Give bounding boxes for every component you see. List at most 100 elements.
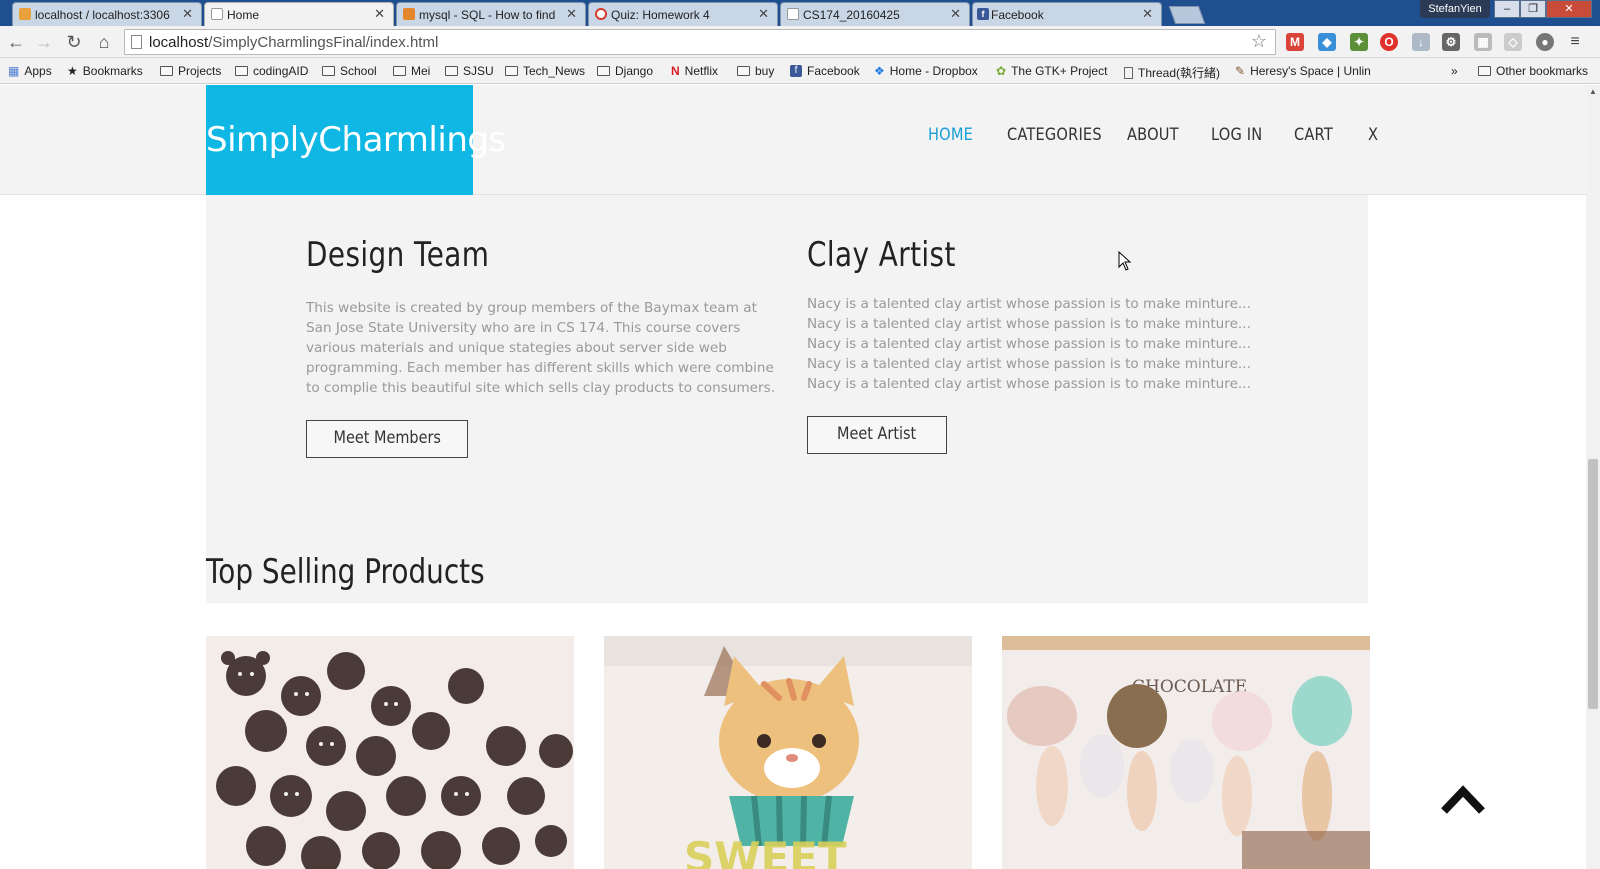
bookmark-folder[interactable]: buy	[737, 64, 774, 78]
product-image-1[interactable]	[206, 636, 574, 869]
gtk-icon: ✿	[996, 64, 1007, 78]
facebook-icon: f	[790, 65, 802, 77]
browser-tab-bar: localhost / localhost:3306 ✕ Home ✕ mysq…	[0, 0, 1600, 26]
folder-icon	[160, 66, 173, 76]
bookmark-heresy[interactable]: ✎ Heresy's Space | Unlin	[1235, 64, 1371, 78]
download-icon[interactable]: ↓	[1412, 33, 1430, 51]
folder-icon	[505, 66, 518, 76]
bookmark-facebook[interactable]: f Facebook	[790, 64, 860, 78]
tab-cs174[interactable]: CS174_20160425 ✕	[780, 2, 970, 26]
scroll-up-icon[interactable]: ▲	[1589, 87, 1597, 96]
url-text: localhost/SimplyCharmlingsFinal/index.ht…	[149, 34, 439, 51]
tab-quiz[interactable]: Quiz: Homework 4 ✕	[588, 2, 778, 26]
nav-about[interactable]: ABOUT	[1127, 125, 1179, 145]
bookmark-folder[interactable]: Projects	[160, 64, 221, 78]
bookmark-folder[interactable]: codingAID	[235, 64, 308, 78]
product-image-2[interactable]: SWEET	[604, 636, 972, 869]
chocolate-bears-photo	[206, 636, 574, 869]
tab-label: Quiz: Homework 4	[611, 7, 710, 22]
minimize-icon[interactable]: –	[1494, 0, 1520, 18]
close-tab-icon[interactable]: ✕	[374, 6, 385, 22]
nav-close[interactable]: X	[1368, 125, 1378, 145]
bookmark-dropbox[interactable]: ❖ Home - Dropbox	[874, 64, 978, 78]
restore-icon[interactable]: ❐	[1520, 0, 1546, 18]
nav-categories[interactable]: CATEGORIES	[1007, 125, 1102, 145]
phpmyadmin-icon	[19, 8, 31, 20]
top-selling-title: Top Selling Products	[206, 552, 485, 592]
nav-cart[interactable]: CART	[1294, 125, 1333, 145]
browser-toolbar: ← → ↻ ⌂ localhost/SimplyCharmlingsFinal/…	[0, 26, 1600, 58]
new-tab-button[interactable]	[1168, 6, 1206, 24]
close-window-icon[interactable]: ✕	[1546, 0, 1592, 18]
netflix-icon: N	[671, 64, 680, 78]
bookmark-netflix[interactable]: N Netflix	[671, 64, 718, 78]
stackoverflow-icon	[403, 8, 415, 20]
tab-stackoverflow[interactable]: mysql - SQL - How to find ✕	[396, 2, 586, 26]
site-logo[interactable]: SimplyCharmlings	[206, 85, 506, 195]
bookmark-folder[interactable]: SJSU	[445, 64, 494, 78]
close-tab-icon[interactable]: ✕	[1142, 6, 1153, 22]
dropbox-icon: ❖	[874, 64, 885, 78]
bookmark-folder[interactable]: School	[322, 64, 377, 78]
reload-icon[interactable]: ↻	[64, 32, 84, 52]
page-scrollbar[interactable]: ▲	[1586, 85, 1600, 869]
back-arrow-icon[interactable]: ←	[6, 32, 26, 52]
meet-members-button[interactable]: Meet Members	[306, 420, 468, 458]
nav-home[interactable]: HOME	[928, 125, 973, 145]
back-to-top-icon[interactable]	[1440, 785, 1486, 815]
forward-arrow-icon[interactable]: →	[34, 32, 54, 52]
extension-icon[interactable]: ✦	[1350, 33, 1368, 51]
tab-label: mysql - SQL - How to find	[419, 7, 556, 22]
close-tab-icon[interactable]: ✕	[950, 6, 961, 22]
bookmark-folder[interactable]: Django	[597, 64, 653, 78]
bookmark-thread[interactable]: Thread(執行緒)	[1124, 64, 1220, 81]
scrollbar-thumb[interactable]	[1588, 459, 1598, 709]
address-bar[interactable]: localhost/SimplyCharmlingsFinal/index.ht…	[124, 29, 1276, 55]
folder-icon	[445, 66, 458, 76]
design-team-text: This website is created by group members…	[306, 300, 776, 396]
clay-artist-title: Clay Artist	[807, 235, 956, 275]
extension-icon[interactable]: ⚙	[1442, 33, 1460, 51]
pen-icon: ✎	[1235, 64, 1246, 78]
tab-phpmyadmin[interactable]: localhost / localhost:3306 ✕	[12, 2, 202, 26]
bookmarks-overflow-button[interactable]: »	[1451, 64, 1458, 78]
nav-login[interactable]: LOG IN	[1211, 125, 1262, 145]
shield-icon[interactable]: ◇	[1504, 33, 1522, 51]
opera-icon[interactable]: O	[1380, 33, 1398, 51]
close-tab-icon[interactable]: ✕	[758, 6, 769, 22]
mouse-cursor-icon	[1118, 251, 1132, 271]
folder-icon	[322, 66, 335, 76]
page-icon	[787, 8, 799, 20]
about-panel: Design Team This website is created by g…	[206, 195, 1368, 603]
page-icon	[1124, 66, 1133, 79]
folder-icon	[1478, 66, 1491, 76]
menu-icon[interactable]: ≡	[1566, 33, 1584, 51]
folder-icon	[393, 66, 406, 76]
home-icon[interactable]: ⌂	[94, 32, 114, 52]
tab-home[interactable]: Home ✕	[204, 2, 394, 26]
tab-facebook[interactable]: f Facebook ✕	[972, 2, 1162, 26]
bookmark-star-icon[interactable]: ☆	[1251, 31, 1267, 52]
extension-icon[interactable]: ●	[1536, 33, 1554, 51]
bookmark-folder[interactable]: Mei	[393, 64, 430, 78]
bookmark-apps[interactable]: ▦ Apps	[8, 64, 52, 78]
other-bookmarks[interactable]: Other bookmarks	[1478, 64, 1588, 78]
folder-icon	[737, 66, 750, 76]
product-image-3[interactable]: CHOCOLATE	[1002, 636, 1370, 869]
gmail-icon[interactable]: M	[1286, 33, 1304, 51]
extension-icon[interactable]: ▦	[1474, 33, 1492, 51]
clay-artist-text: Nacy is a talented clay artist whose pas…	[807, 296, 1251, 392]
close-tab-icon[interactable]: ✕	[566, 6, 577, 22]
page-icon	[211, 8, 223, 20]
bookmark-gtk[interactable]: ✿ The GTK+ Project	[996, 64, 1107, 78]
profile-badge[interactable]: StefanYien	[1420, 0, 1490, 18]
bookmark-folder[interactable]: Tech_News	[505, 64, 585, 78]
web-page: SimplyCharmlings HOME CATEGORIES ABOUT L…	[0, 85, 1586, 869]
canvas-icon	[595, 8, 607, 20]
site-header: SimplyCharmlings HOME CATEGORIES ABOUT L…	[0, 85, 1586, 195]
extension-icon[interactable]: ◆	[1318, 33, 1336, 51]
close-tab-icon[interactable]: ✕	[182, 6, 193, 22]
apps-grid-icon: ▦	[8, 64, 20, 78]
meet-artist-button[interactable]: Meet Artist	[807, 416, 947, 454]
bookmark-bookmarks[interactable]: ★ Bookmarks	[67, 64, 143, 78]
